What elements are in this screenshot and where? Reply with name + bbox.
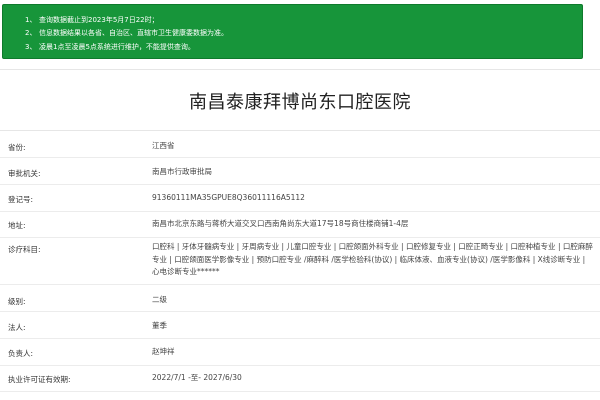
license-validity-label: 执业许可证有效期: [8, 375, 71, 384]
address-label: 地址: [8, 221, 26, 230]
info-row-departments: 诊疗科目: 口腔科 | 牙体牙髓病专业 | 牙周病专业 | 儿童口腔专业 | 口… [0, 238, 600, 285]
notice-line-2: 2、 信息数据结果以各省、自治区、直辖市卫生健康委数据为准。 [25, 29, 228, 38]
departments-value: 口腔科 | 牙体牙髓病专业 | 牙周病专业 | 儿童口腔专业 | 口腔颌面外科专… [152, 242, 593, 276]
address-value: 南昌市北京东路与蒋桥大道交叉口西南角尚东大道17号18号商住楼商铺1-4层 [152, 219, 409, 228]
notice-line-1: 1、 查询数据截止到2023年5月7日22时； [25, 16, 159, 24]
info-row-level: 级别: 二级 [0, 285, 600, 312]
registration-label: 登记号: [8, 195, 34, 204]
info-row-legal-person: 法人: 董季 [0, 312, 600, 339]
divider [0, 69, 600, 70]
legal-person-value: 董季 [152, 321, 167, 330]
manager-value: 赵坤祥 [152, 347, 175, 356]
level-value: 二级 [152, 295, 167, 304]
info-row-authority: 审批机关: 南昌市行政审批局 [0, 158, 600, 185]
legal-person-label: 法人: [8, 323, 26, 332]
info-row-license-validity: 执业许可证有效期: 2022/7/1 -至- 2027/6/30 [0, 366, 600, 392]
info-row-address: 地址: 南昌市北京东路与蒋桥大道交叉口西南角尚东大道17号18号商住楼商铺1-4… [0, 212, 600, 238]
license-validity-value: 2022/7/1 -至- 2027/6/30 [152, 373, 242, 382]
departments-label: 诊疗科目: [8, 245, 41, 254]
province-value: 江西省 [152, 141, 175, 150]
authority-value: 南昌市行政审批局 [152, 167, 212, 176]
info-row-manager: 负责人: 赵坤祥 [0, 339, 600, 366]
notice-banner: 1、 查询数据截止到2023年5月7日22时； 2、 信息数据结果以各省、自治区、直… [2, 4, 583, 59]
manager-label: 负责人: [8, 349, 34, 358]
province-label: 省份: [8, 143, 26, 152]
level-label: 级别: [8, 297, 26, 306]
page-title: 南昌泰康拜博尚东口腔医院 [189, 92, 411, 113]
authority-label: 审批机关: [8, 169, 41, 178]
registration-value: 91360111MA35GPUE8Q36011116A5112 [152, 193, 305, 202]
info-row-registration: 登记号: 91360111MA35GPUE8Q36011116A5112 [0, 185, 600, 212]
info-row-province: 省份: 江西省 [0, 131, 600, 158]
notice-line-3: 3、 凌晨1点至凌晨5点系统进行维护，不能提供查询。 [25, 42, 195, 51]
